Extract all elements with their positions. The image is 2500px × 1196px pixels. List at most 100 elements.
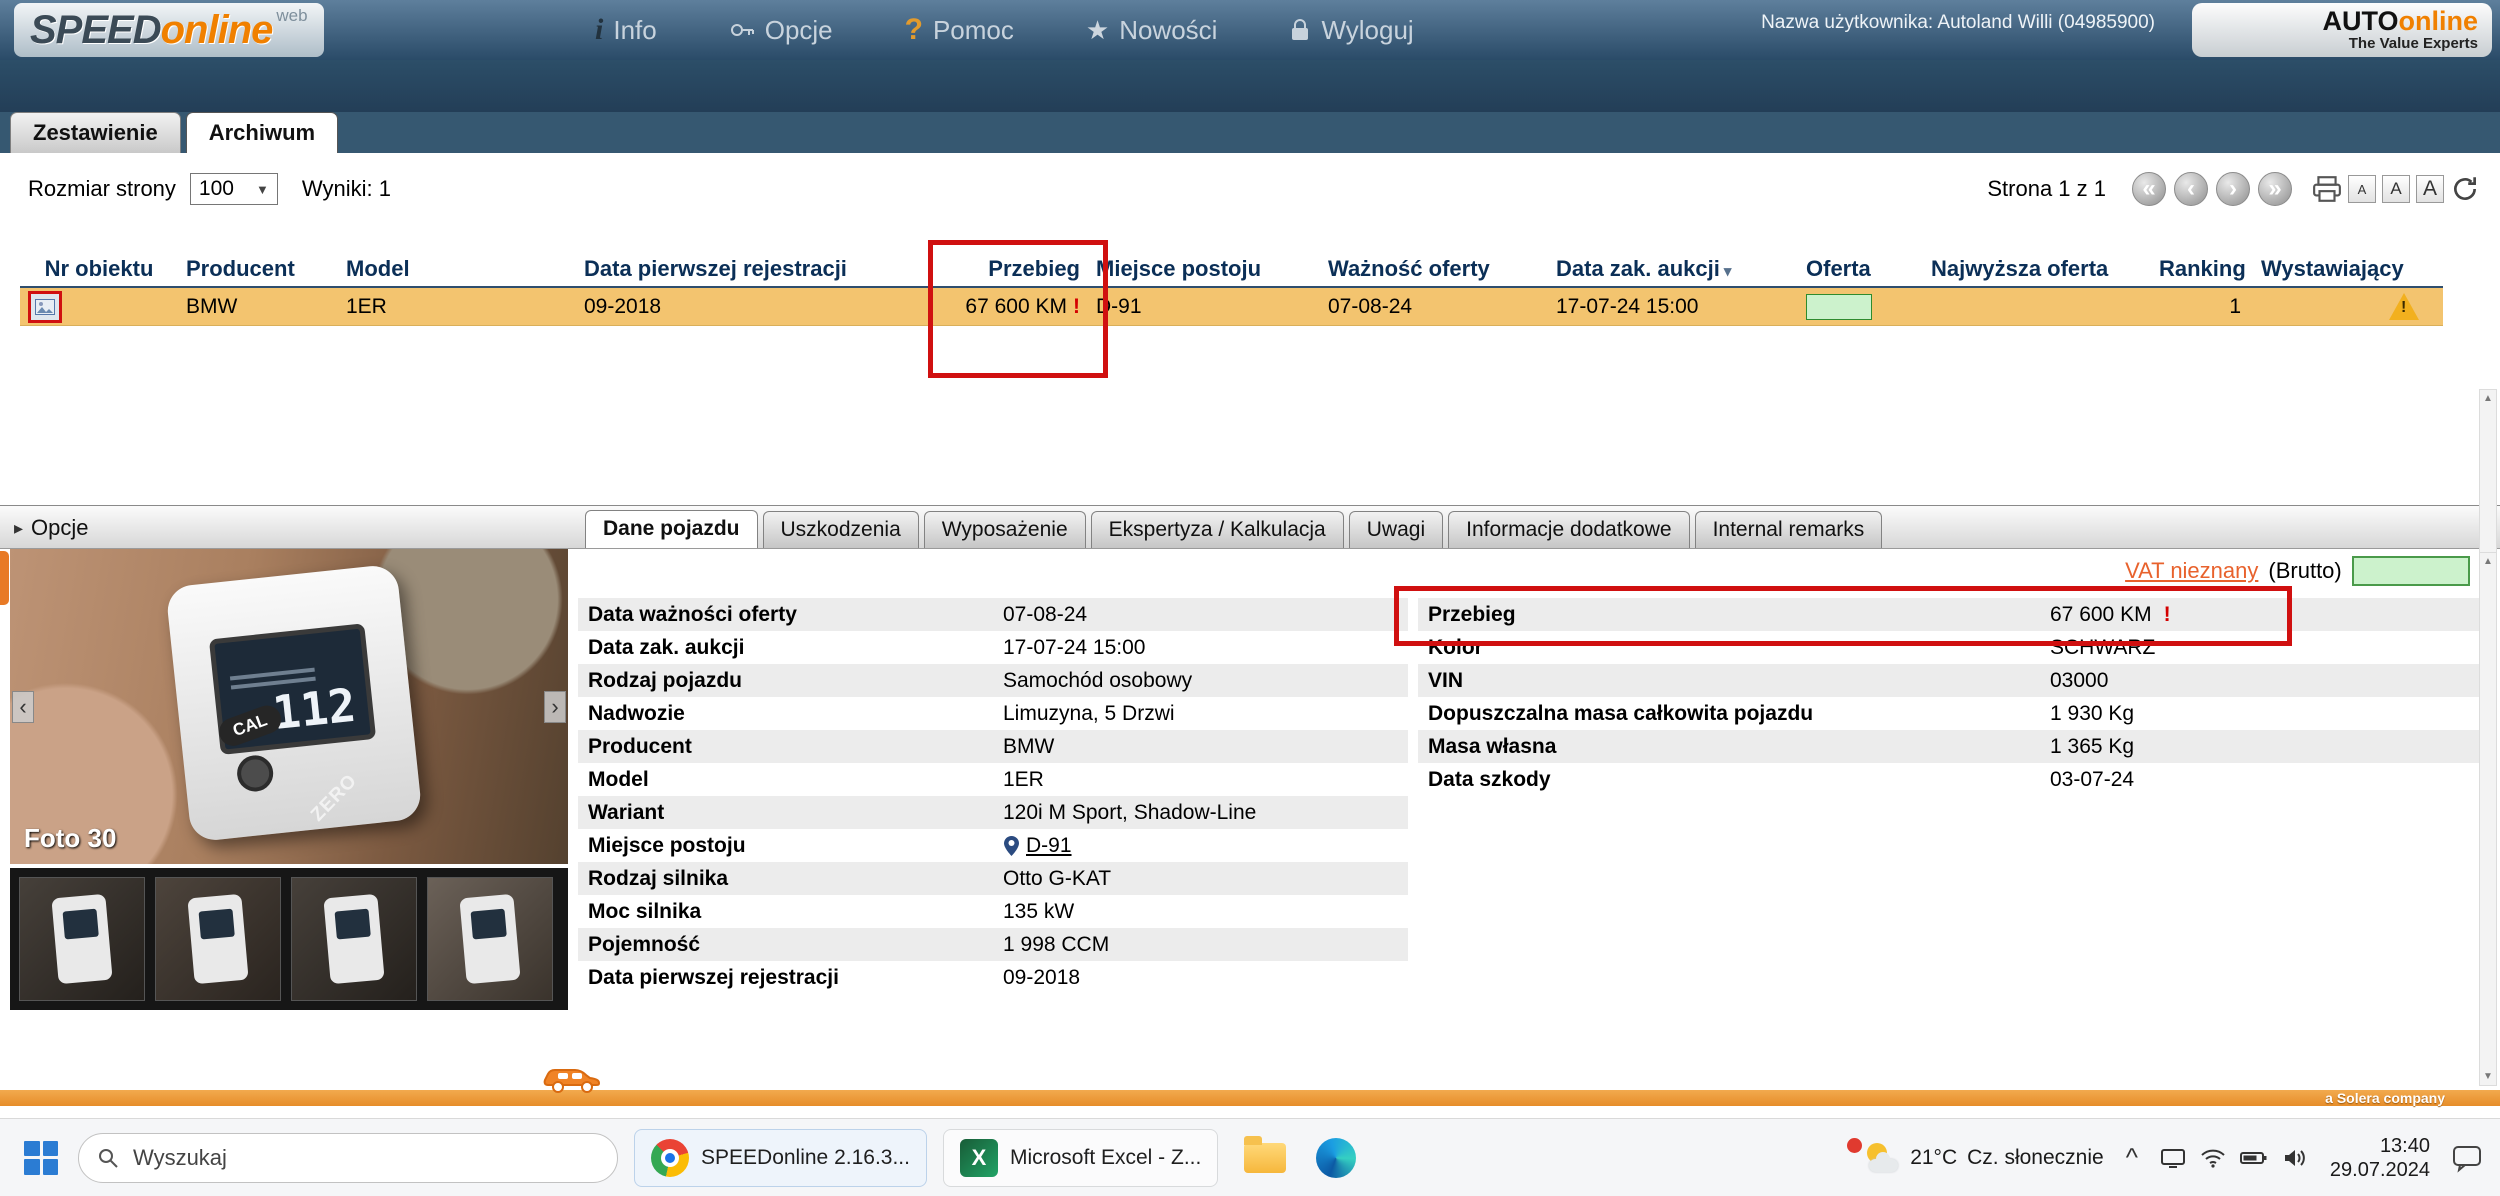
col-przebieg[interactable]: Przebieg — [936, 253, 1088, 286]
edge-icon[interactable] — [1316, 1138, 1356, 1178]
speedonline-app: SPEEDonlineweb i Info Opcje ? Pomoc ★ No… — [0, 0, 2500, 1196]
scroll-up-icon[interactable]: ▲ — [2483, 553, 2493, 570]
col-model[interactable]: Model — [338, 253, 576, 286]
taskbar-app-label: Microsoft Excel - Z... — [1010, 1146, 1201, 1170]
photo-next-button[interactable]: › — [544, 691, 566, 723]
menu-item-nowosci[interactable]: ★ Nowości — [1086, 15, 1218, 46]
start-button[interactable] — [24, 1141, 58, 1175]
photo-thumbnail[interactable] — [291, 877, 417, 1001]
menu-item-wyloguj[interactable]: Wyloguj — [1289, 15, 1413, 46]
photo-prev-button[interactable]: ‹ — [12, 691, 34, 723]
cell-najwyzsza-oferta — [1923, 305, 2151, 309]
side-panel-handle[interactable] — [0, 551, 9, 605]
menu-label: Pomoc — [933, 15, 1014, 46]
warning-icon: ! — [2389, 293, 2419, 320]
select-caret-icon: ▼ — [256, 182, 269, 197]
tab-uszkodzenia[interactable]: Uszkodzenia — [763, 511, 919, 548]
font-size-large-button[interactable]: A — [2416, 175, 2444, 203]
star-icon: ★ — [1086, 15, 1109, 46]
tab-dane-pojazdu[interactable]: Dane pojazdu — [585, 510, 758, 548]
subheader-strip — [0, 60, 2500, 112]
notification-center-icon[interactable] — [2452, 1143, 2482, 1173]
menu-item-pomoc[interactable]: ? Pomoc — [905, 13, 1014, 47]
menu-item-info[interactable]: i Info — [595, 13, 657, 47]
offer-input[interactable] — [1806, 294, 1872, 320]
results-area: Rozmiar strony 100 ▼ Wyniki: 1 Strona 1 … — [0, 153, 2500, 505]
tab-wyposazenie[interactable]: Wyposażenie — [924, 511, 1086, 548]
options-toggle[interactable]: ▸ Opcje — [14, 515, 89, 541]
app-header: SPEEDonlineweb i Info Opcje ? Pomoc ★ No… — [0, 0, 2500, 60]
display-cast-icon[interactable] — [2160, 1146, 2186, 1170]
col-wystawiajacy[interactable]: Wystawiający — [2253, 253, 2443, 286]
col-nr-obiektu[interactable]: Nr obiektu — [20, 253, 178, 286]
taskbar-clock[interactable]: 13:40 29.07.2024 — [2330, 1134, 2430, 1182]
tab-informacje-dodatkowe[interactable]: Informacje dodatkowe — [1448, 511, 1689, 548]
next-page-button[interactable]: › — [2216, 172, 2250, 206]
wifi-icon[interactable] — [2200, 1147, 2226, 1169]
cell-wystawiajacy: ! — [2253, 291, 2443, 322]
taskbar-app-speedonline[interactable]: SPEEDonline 2.16.3... — [634, 1129, 927, 1187]
vehicle-photo[interactable]: 112 CAL ZERO Foto 30 ‹ › — [10, 549, 568, 864]
col-data-zak-aukcji[interactable]: Data zak. aukcji▾ — [1548, 253, 1798, 286]
col-waznosc-oferty[interactable]: Ważność oferty — [1320, 253, 1548, 286]
autoonline-logo: AUTOonline The Value Experts — [2192, 3, 2492, 57]
options-bar: ▸ Opcje Dane pojazdu Uszkodzenia Wyposaż… — [0, 505, 2500, 549]
detail-row: Rodzaj pojazduSamochód osobowy — [578, 664, 1408, 697]
col-producent[interactable]: Producent — [178, 253, 338, 286]
menu-label: Opcje — [765, 15, 833, 46]
sort-caret-icon: ▾ — [1724, 263, 1732, 280]
cell-miejsce-postoju: D-91 — [1088, 293, 1320, 321]
refresh-icon[interactable] — [2450, 174, 2480, 204]
detail-row: Pojemność1 998 CCM — [578, 928, 1408, 961]
col-miejsce-postoju[interactable]: Miejsce postoju — [1088, 253, 1320, 286]
photo-thumbnail[interactable] — [19, 877, 145, 1001]
map-pin-icon — [1003, 835, 1020, 857]
tab-uwagi[interactable]: Uwagi — [1349, 511, 1443, 548]
scroll-down-icon[interactable]: ▼ — [2483, 1068, 2493, 1085]
tab-archiwum[interactable]: Archiwum — [186, 112, 338, 153]
tab-ekspertyza[interactable]: Ekspertyza / Kalkulacja — [1091, 511, 1344, 548]
detail-row: NadwozieLimuzyna, 5 Drzwi — [578, 697, 1408, 730]
table-row[interactable]: BMW 1ER 09-2018 67 600 KM! D-91 07-08-24… — [20, 288, 2443, 326]
weather-condition: Cz. słonecznie — [1967, 1146, 2104, 1170]
row-photo-icon[interactable] — [28, 291, 62, 323]
gauge-reading: 112 — [270, 682, 357, 736]
photo-thumbnail[interactable] — [155, 877, 281, 1001]
col-oferta[interactable]: Oferta — [1798, 253, 1923, 286]
logo-speed: SPEED — [30, 8, 161, 53]
page-size-select[interactable]: 100 ▼ — [190, 173, 278, 205]
photo-thumbnail[interactable] — [427, 877, 553, 1001]
autoonline-wordmark: AUTOonline — [2322, 8, 2478, 35]
detail-row: ProducentBMW — [578, 730, 1408, 763]
logo-online: online — [161, 8, 273, 53]
col-najwyzsza-oferta[interactable]: Najwyższa oferta — [1923, 253, 2151, 286]
font-size-medium-button[interactable]: A — [2382, 175, 2410, 203]
taskbar-search[interactable]: Wyszukaj — [78, 1133, 618, 1183]
vat-status-link[interactable]: VAT nieznany — [2125, 558, 2258, 584]
details-scrollbar[interactable]: ▲ ▼ — [2479, 552, 2497, 1086]
col-ranking[interactable]: Ranking — [2151, 253, 2253, 286]
export-icon[interactable] — [2312, 175, 2342, 203]
system-tray: 21°CCz. słonecznie ^ 13:40 29.07.2024 — [1839, 1134, 2482, 1182]
font-size-small-button[interactable]: A — [2348, 175, 2376, 203]
prev-page-button[interactable]: ‹ — [2174, 172, 2208, 206]
weather-widget[interactable]: 21°CCz. słonecznie — [1839, 1141, 2103, 1175]
location-link[interactable]: D-91 — [1026, 834, 1072, 858]
tray-expand-chevron[interactable]: ^ — [2126, 1150, 2138, 1166]
menu-item-opcje[interactable]: Opcje — [729, 15, 833, 46]
detail-row: Model1ER — [578, 763, 1408, 796]
details-left-column: Data ważności oferty07-08-24 Data zak. a… — [578, 598, 1408, 994]
photo-thumbnail-strip — [10, 868, 568, 1010]
taskbar-app-excel[interactable]: X Microsoft Excel - Z... — [943, 1129, 1218, 1187]
tab-internal-remarks[interactable]: Internal remarks — [1695, 511, 1883, 548]
first-page-button[interactable]: « — [2132, 172, 2166, 206]
last-page-button[interactable]: » — [2258, 172, 2292, 206]
battery-icon[interactable] — [2240, 1149, 2268, 1167]
speaker-icon[interactable] — [2282, 1147, 2308, 1169]
offer-amount-input[interactable] — [2352, 556, 2470, 586]
col-data-rejestracji[interactable]: Data pierwszej rejestracji — [576, 253, 936, 286]
scroll-up-icon[interactable]: ▲ — [2483, 390, 2493, 407]
menu-label: Wyloguj — [1321, 15, 1413, 46]
tab-zestawienie[interactable]: Zestawienie — [10, 112, 181, 153]
file-explorer-icon[interactable] — [1244, 1143, 1286, 1173]
